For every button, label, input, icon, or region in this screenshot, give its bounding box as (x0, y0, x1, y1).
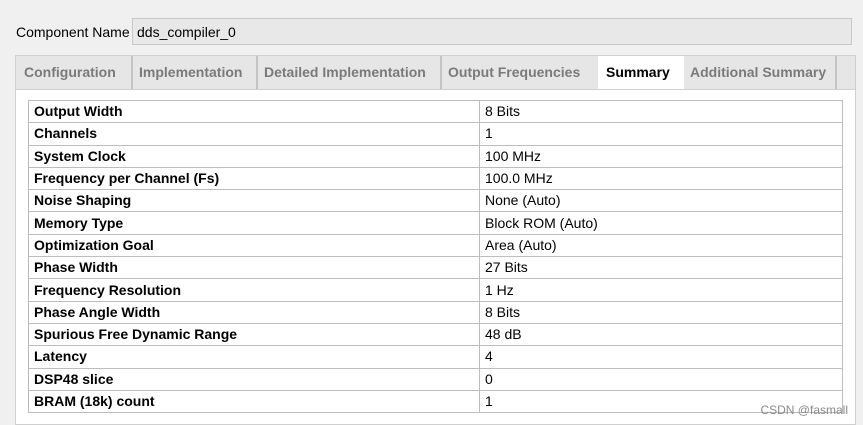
table-row: DSP48 slice 0 (28, 367, 843, 391)
component-name-row: Component Name dds_compiler_0 (16, 18, 856, 46)
tab-summary[interactable]: Summary (598, 56, 684, 91)
row-value-phase-angle-width: 8 Bits (479, 300, 843, 324)
row-key-sfdr: Spurious Free Dynamic Range (28, 322, 480, 347)
table-row: System Clock 100 MHz (28, 144, 843, 168)
table-row: Noise Shaping None (Auto) (28, 189, 843, 213)
row-value-optimization-goal: Area (Auto) (479, 233, 843, 258)
row-key-frequency-per-channel: Frequency per Channel (Fs) (28, 166, 480, 191)
row-key-phase-angle-width: Phase Angle Width (28, 300, 480, 324)
table-row: Latency 4 (28, 345, 843, 369)
component-name-input[interactable]: dds_compiler_0 (132, 18, 852, 45)
tab-output-frequencies[interactable]: Output Frequencies (440, 56, 600, 90)
row-key-frequency-resolution: Frequency Resolution (28, 278, 480, 302)
tab-implementation[interactable]: Implementation (131, 56, 258, 90)
row-key-channels: Channels (28, 122, 480, 146)
row-value-frequency-resolution: 1 Hz (479, 278, 843, 302)
row-key-memory-type: Memory Type (28, 211, 480, 235)
row-key-dsp48-slice: DSP48 slice (28, 367, 480, 391)
table-row: Channels 1 (28, 122, 843, 146)
row-key-latency: Latency (28, 345, 480, 369)
row-key-system-clock: System Clock (28, 144, 480, 168)
row-key-noise-shaping: Noise Shaping (28, 189, 480, 213)
table-row: Frequency Resolution 1 Hz (28, 278, 843, 302)
summary-table: Output Width 8 Bits Channels 1 System Cl… (28, 99, 843, 414)
row-value-noise-shaping: None (Auto) (479, 189, 843, 213)
row-key-output-width: Output Width (28, 99, 480, 124)
table-row: Memory Type Block ROM (Auto) (28, 211, 843, 235)
row-value-phase-width: 27 Bits (479, 256, 843, 280)
tab-bar: Configuration Implementation Detailed Im… (15, 55, 856, 91)
table-row: Phase Width 27 Bits (28, 256, 843, 280)
row-key-bram-count: BRAM (18k) count (28, 389, 480, 414)
row-value-dsp48-slice: 0 (479, 367, 843, 391)
table-row: BRAM (18k) count 1 (28, 389, 843, 414)
table-row: Phase Angle Width 8 Bits (28, 300, 843, 324)
row-value-latency: 4 (479, 345, 843, 369)
table-row: Output Width 8 Bits (28, 99, 843, 124)
watermark: CSDN @fasmall (760, 403, 848, 417)
summary-panel: Output Width 8 Bits Channels 1 System Cl… (15, 89, 856, 425)
tab-configuration[interactable]: Configuration (16, 56, 133, 90)
row-key-optimization-goal: Optimization Goal (28, 233, 480, 258)
tab-additional-summary[interactable]: Additional Summary (682, 56, 837, 90)
row-key-phase-width: Phase Width (28, 256, 480, 280)
table-row: Optimization Goal Area (Auto) (28, 233, 843, 258)
row-value-output-width: 8 Bits (479, 99, 843, 124)
row-value-system-clock: 100 MHz (479, 144, 843, 168)
row-value-sfdr: 48 dB (479, 322, 843, 347)
component-name-label: Component Name (16, 24, 130, 40)
row-value-channels: 1 (479, 122, 843, 146)
table-row: Frequency per Channel (Fs) 100.0 MHz (28, 166, 843, 191)
row-value-frequency-per-channel: 100.0 MHz (479, 166, 843, 191)
row-value-memory-type: Block ROM (Auto) (479, 211, 843, 235)
table-row: Spurious Free Dynamic Range 48 dB (28, 322, 843, 347)
tab-detailed-implementation[interactable]: Detailed Implementation (256, 56, 442, 90)
